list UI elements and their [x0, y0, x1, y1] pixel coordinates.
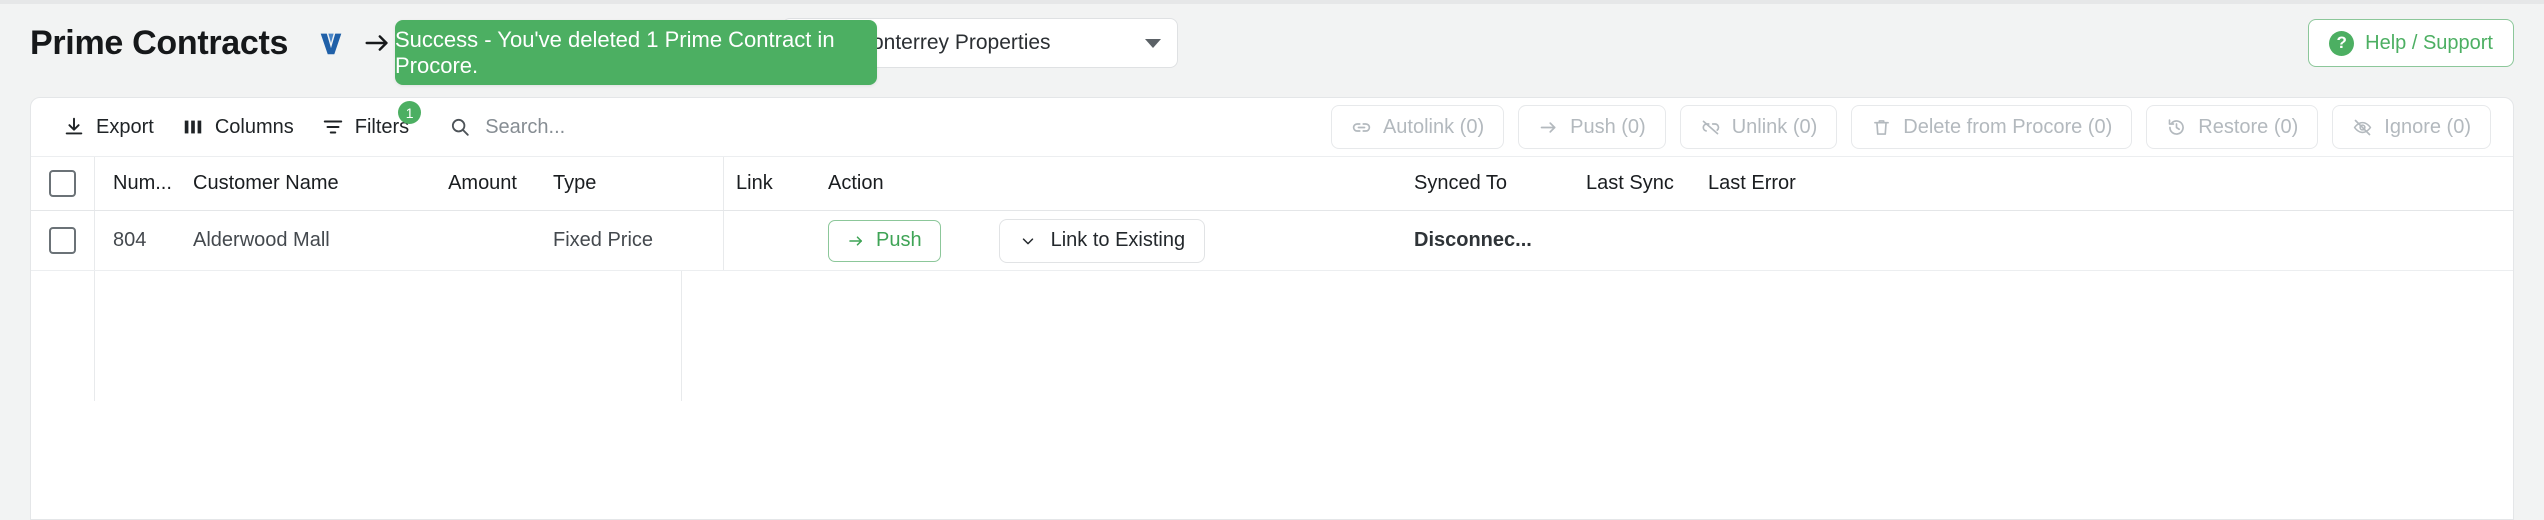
bulk-actions-group: Autolink (0) Push (0) Unlink (0) Delete … [1330, 105, 2513, 149]
help-support-label: Help / Support [2365, 31, 2493, 54]
app-root: Prime Contracts 804 - Monterrey Properti… [0, 0, 2544, 520]
ignore-button[interactable]: Ignore (0) [2332, 105, 2491, 149]
autolink-bulk-button[interactable]: Autolink (0) [1330, 105, 1505, 149]
frozen-column-divider [723, 211, 724, 270]
download-icon [65, 117, 83, 135]
success-toast-message: Success - You've deleted 1 Prime Contrac… [395, 26, 835, 78]
columns-label: Columns [214, 115, 294, 138]
page-title: Prime Contracts [30, 23, 289, 62]
search-input[interactable] [483, 114, 784, 140]
export-label: Export [96, 115, 154, 138]
link-icon [1352, 122, 1371, 132]
cell-number: 804 [113, 229, 147, 251]
table-row[interactable]: 804 Alderwood Mall Fixed Price Push Link… [31, 211, 2513, 271]
row-push-button[interactable]: Push [828, 219, 941, 262]
header-last-sync[interactable]: Last Sync [1586, 172, 1708, 195]
success-toast[interactable]: Success - You've deleted 1 Prime Contrac… [395, 20, 877, 85]
ignore-label: Ignore (0) [2384, 115, 2471, 138]
page-header: Prime Contracts 804 - Monterrey Properti… [0, 4, 2544, 82]
select-all-cell[interactable] [31, 170, 94, 197]
cell-type: Fixed Price [553, 229, 654, 251]
header-synced-to[interactable]: Synced To [1410, 172, 1586, 195]
unlink-icon [1702, 120, 1719, 134]
cell-action: Push Link to Existing [810, 218, 1410, 263]
row-link-to-existing-button[interactable]: Link to Existing [998, 218, 1206, 263]
arrow-right-icon [849, 235, 863, 246]
header-number[interactable]: Num... [95, 172, 175, 195]
row-push-label: Push [876, 229, 922, 251]
header-type[interactable]: Type [535, 172, 723, 195]
help-question-icon: ? [2329, 30, 2355, 56]
vista-logo-icon [320, 33, 342, 55]
empty-select-cell [31, 271, 94, 401]
arrow-right-icon [1540, 121, 1556, 133]
table-toolbar: Export Columns Filters 1 Search... Autol… [31, 98, 2513, 156]
row-link-to-existing-label: Link to Existing [1050, 229, 1186, 251]
row-select-cell[interactable] [31, 227, 94, 254]
empty-frozen-area [95, 271, 681, 401]
header-action[interactable]: Action [810, 172, 1410, 195]
delete-from-procore-label: Delete from Procore (0) [1903, 115, 2113, 138]
cell-synced-to: Disconnec... [1414, 229, 1532, 251]
eye-off-icon [2353, 119, 2372, 135]
push-bulk-label: Push (0) [1570, 115, 1646, 138]
search-icon [452, 118, 469, 136]
search-box[interactable] [449, 114, 784, 140]
delete-from-procore-button[interactable]: Delete from Procore (0) [1851, 105, 2133, 149]
export-button[interactable]: Export [49, 107, 168, 147]
push-bulk-button[interactable]: Push (0) [1518, 105, 1666, 149]
row-checkbox[interactable] [49, 227, 76, 254]
filter-icon [323, 120, 342, 134]
filters-count-badge: 1 [398, 101, 422, 124]
chevron-down-icon [1144, 38, 1161, 48]
header-last-error[interactable]: Last Error [1708, 172, 1908, 195]
header-customer-name[interactable]: Customer Name [175, 172, 375, 195]
restore-label: Restore (0) [2198, 115, 2299, 138]
cell-customer-name: Alderwood Mall [193, 229, 330, 251]
filters-button[interactable]: Filters 1 [308, 101, 423, 147]
help-support-button[interactable]: ? Help / Support [2308, 19, 2514, 67]
trash-icon [1874, 119, 1890, 135]
unlink-bulk-button[interactable]: Unlink (0) [1679, 105, 1838, 149]
header-link[interactable]: Link [724, 172, 810, 195]
unlink-bulk-label: Unlink (0) [1731, 115, 1818, 138]
history-icon [2168, 118, 2185, 135]
content-card: Export Columns Filters 1 Search... Autol… [30, 97, 2514, 520]
header-amount[interactable]: Amount [375, 172, 535, 195]
chevron-down-icon [1022, 237, 1033, 244]
table-header-row: Num... Customer Name Amount Type Link Ac… [31, 156, 2513, 211]
autolink-bulk-label: Autolink (0) [1382, 115, 1485, 138]
restore-button[interactable]: Restore (0) [2146, 105, 2319, 149]
table-empty-area [31, 271, 2513, 401]
select-all-checkbox[interactable] [49, 170, 76, 197]
columns-button[interactable]: Columns [168, 107, 308, 147]
columns-icon [184, 120, 202, 134]
arrow-right-icon [365, 35, 388, 51]
empty-scroll-area [682, 271, 2513, 401]
